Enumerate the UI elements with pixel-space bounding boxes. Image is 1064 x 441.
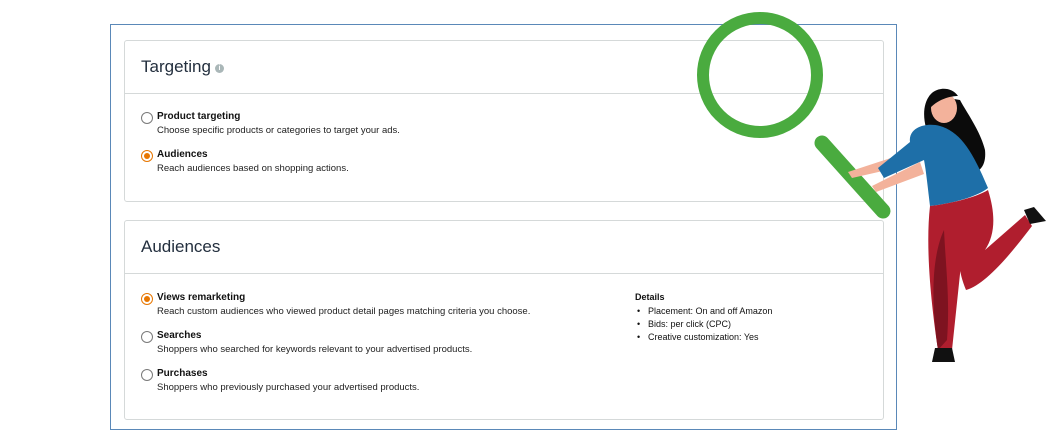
audiences-panel: Audiences Views remarketing Reach custom… (124, 220, 884, 420)
targeting-title: Targeting (141, 57, 211, 76)
option-description: Choose specific products or categories t… (157, 125, 400, 136)
details-box: Details Placement: On and off Amazon Bid… (635, 292, 772, 345)
content-frame: Targeting i Product targeting Choose spe… (110, 24, 897, 430)
option-label: Purchases (157, 368, 208, 379)
option-label: Searches (157, 330, 202, 341)
radio-button[interactable] (141, 150, 153, 162)
radio-button[interactable] (141, 112, 153, 124)
option-label: Views remarketing (157, 292, 246, 303)
option-label: Product targeting (157, 111, 241, 122)
audiences-header: Audiences (125, 221, 883, 274)
targeting-header: Targeting i (125, 41, 883, 94)
radio-button[interactable] (141, 293, 153, 305)
audiences-title: Audiences (141, 237, 221, 256)
details-item: Placement: On and off Amazon (635, 306, 772, 316)
hair (924, 95, 986, 174)
option-description: Shoppers who previously purchased your a… (157, 382, 420, 393)
option-description: Shoppers who searched for keywords relev… (157, 344, 473, 355)
details-item: Bids: per click (CPC) (635, 319, 772, 329)
head (931, 93, 957, 123)
info-icon[interactable]: i (214, 64, 224, 73)
targeting-panel: Targeting i Product targeting Choose spe… (124, 40, 884, 202)
option-description: Reach audiences based on shopping action… (157, 163, 349, 174)
details-title: Details (635, 292, 665, 302)
option-description: Reach custom audiences who viewed produc… (157, 306, 531, 317)
shoe-right (1024, 207, 1046, 224)
radio-button[interactable] (141, 369, 153, 381)
details-item: Creative customization: Yes (635, 332, 772, 342)
option-label: Audiences (157, 149, 208, 160)
pants (928, 190, 1032, 350)
details-list: Placement: On and off Amazon Bids: per c… (635, 306, 772, 342)
shoe-left (932, 348, 955, 362)
radio-button[interactable] (141, 331, 153, 343)
